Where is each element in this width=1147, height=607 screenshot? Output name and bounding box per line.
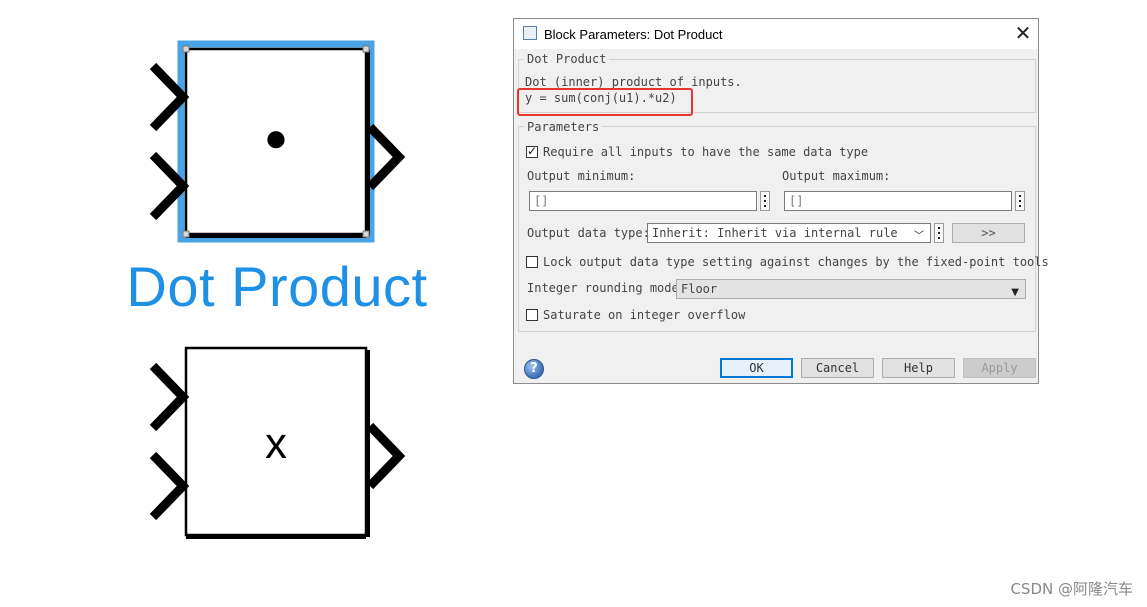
description-legend: Dot Product <box>524 52 610 66</box>
block-parameters-dialog: Block Parameters: Dot Product ✕ Dot Prod… <box>513 18 1049 384</box>
output-minimum-field[interactable]: [] <box>529 191 757 211</box>
close-icon: ✕ <box>1014 21 1032 45</box>
lock-output-type-label: Lock output data type setting against ch… <box>543 255 1049 269</box>
chevron-down-icon: ﹀ <box>914 231 924 242</box>
resize-handle[interactable] <box>362 45 370 53</box>
resize-handle[interactable] <box>362 230 370 238</box>
rounding-mode-label: Integer rounding mode: <box>527 281 686 295</box>
input-port-2[interactable] <box>149 451 190 521</box>
input-port-1[interactable] <box>149 362 190 432</box>
output-maximum-field[interactable]: [] <box>784 191 1012 211</box>
resize-handle[interactable] <box>182 230 190 238</box>
cancel-button[interactable]: Cancel <box>801 358 874 378</box>
description-line-1: Dot (inner) product of inputs. <box>525 75 742 89</box>
formula-highlight-box <box>517 88 693 116</box>
output-minimum-label: Output minimum: <box>527 169 636 183</box>
help-button[interactable]: Help <box>882 358 955 378</box>
product-symbol: x <box>265 419 287 468</box>
dot-product-symbol: ● <box>263 116 289 160</box>
saturate-overflow-label: Saturate on integer overflow <box>543 308 746 322</box>
output-data-type-menu-button[interactable] <box>934 223 944 243</box>
lock-output-type-checkbox[interactable] <box>526 256 538 268</box>
apply-button[interactable]: Apply <box>963 358 1036 378</box>
output-maximum-label: Output maximum: <box>782 169 891 183</box>
block-name-label[interactable]: Dot Product <box>112 252 442 322</box>
simulink-icon <box>523 26 537 40</box>
parameters-legend: Parameters <box>524 120 603 134</box>
dialog-title: Block Parameters: Dot Product <box>544 27 723 42</box>
output-port[interactable] <box>366 422 406 490</box>
rounding-mode-select[interactable]: Floor ▼ <box>676 279 1026 299</box>
require-same-type-checkbox[interactable]: ✓ <box>526 144 538 158</box>
output-minimum-menu-button[interactable] <box>760 191 770 211</box>
output-data-type-select[interactable]: Inherit: Inherit via internal rule ﹀ <box>647 223 931 243</box>
output-data-type-value: Inherit: Inherit via internal rule <box>652 226 898 240</box>
close-button[interactable]: ✕ <box>1008 19 1038 49</box>
output-data-type-label: Output data type: <box>527 226 650 240</box>
rounding-mode-value: Floor <box>681 282 718 296</box>
require-same-type-label: Require all inputs to have the same data… <box>543 145 869 159</box>
ok-button[interactable]: OK <box>720 358 793 378</box>
title-bar[interactable]: Block Parameters: Dot Product ✕ <box>514 19 1038 49</box>
watermark: CSDN @阿隆汽车 <box>1010 580 1133 598</box>
chevron-down-icon: ▼ <box>1011 287 1019 298</box>
output-maximum-menu-button[interactable] <box>1015 191 1025 211</box>
help-icon[interactable]: ? <box>524 359 544 379</box>
data-type-assistant-button[interactable]: >> <box>952 223 1025 243</box>
resize-handle[interactable] <box>182 45 190 53</box>
saturate-overflow-checkbox[interactable] <box>526 309 538 321</box>
check-icon: ✓ <box>527 144 538 158</box>
